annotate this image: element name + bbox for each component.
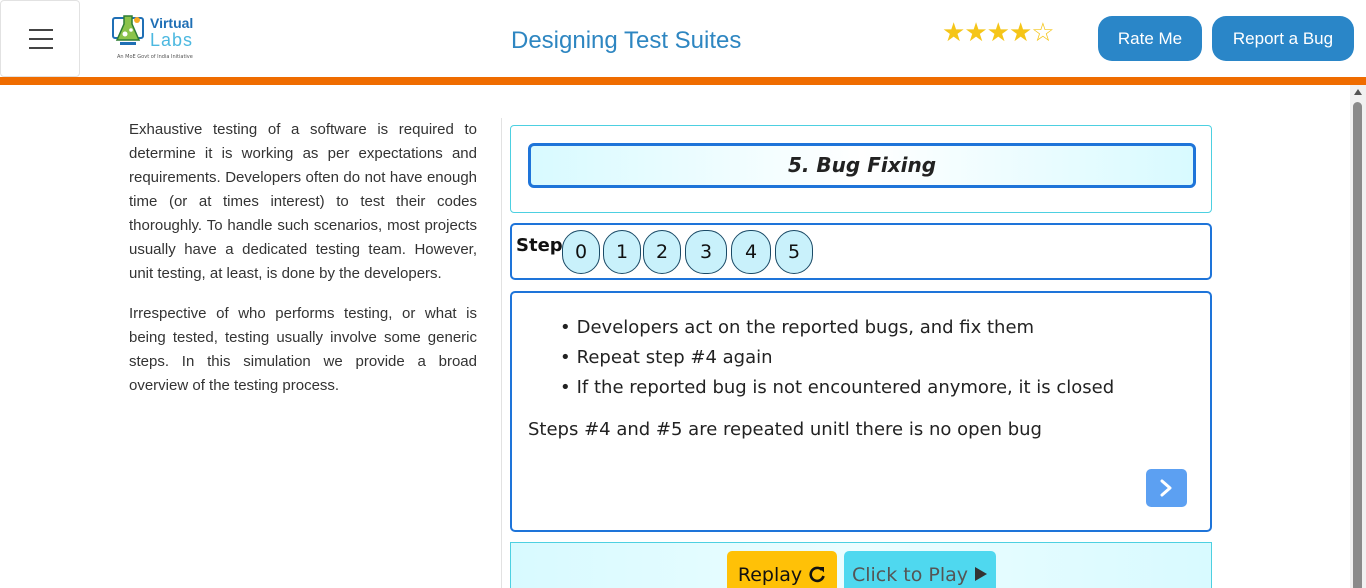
section-title-panel: 5. Bug Fixing bbox=[510, 125, 1212, 213]
step-button-2[interactable]: 2 bbox=[643, 230, 681, 274]
flask-icon bbox=[112, 15, 144, 45]
replay-icon bbox=[809, 566, 825, 583]
hamburger-icon-line bbox=[29, 47, 53, 49]
play-icon bbox=[975, 567, 988, 581]
menu-button[interactable] bbox=[0, 0, 80, 77]
replay-label: Replay bbox=[737, 564, 803, 586]
step-bullet-list: Developers act on the reported bugs, and… bbox=[560, 313, 1115, 403]
intro-paragraph: Irrespective of who performs testing, or… bbox=[129, 305, 477, 394]
play-label: Click to Play bbox=[851, 564, 968, 586]
header-accent-bar bbox=[0, 77, 1366, 85]
click-to-play-button[interactable]: Click to Play bbox=[844, 551, 996, 588]
step-note: Steps #4 and #5 are repeated unitl there… bbox=[528, 419, 1042, 440]
step-navigator: Step 0 1 2 3 4 5 bbox=[510, 223, 1212, 280]
step-button-1[interactable]: 1 bbox=[603, 230, 641, 274]
scrollbar-thumb[interactable] bbox=[1353, 102, 1362, 588]
intro-paragraph: Exhaustive testing of a software is requ… bbox=[129, 121, 477, 282]
virtual-labs-logo[interactable]: Virtual Labs An MoE Govt of India Initia… bbox=[110, 12, 206, 64]
logo-tagline: An MoE Govt of India Initiative bbox=[117, 54, 193, 60]
step-button-5[interactable]: 5 bbox=[775, 230, 813, 274]
section-title: 5. Bug Fixing bbox=[528, 143, 1196, 188]
page-scrollbar[interactable] bbox=[1350, 85, 1366, 588]
step-button-3[interactable]: 3 bbox=[685, 230, 727, 274]
page-title: Designing Test Suites bbox=[511, 27, 742, 54]
intro-text: Exhaustive testing of a software is requ… bbox=[129, 118, 477, 414]
hamburger-icon-line bbox=[29, 38, 53, 40]
step-button-4[interactable]: 4 bbox=[731, 230, 771, 274]
step-button-0[interactable]: 0 bbox=[562, 230, 600, 274]
column-divider bbox=[501, 118, 502, 588]
star-outline-icon[interactable]: ☆ bbox=[1031, 18, 1054, 48]
list-item: Repeat step #4 again bbox=[560, 343, 1114, 373]
logo-text-labs: Labs bbox=[150, 30, 194, 50]
star-icon[interactable]: ★ bbox=[1009, 18, 1032, 48]
star-icon[interactable]: ★ bbox=[987, 18, 1010, 48]
star-icon[interactable]: ★ bbox=[964, 18, 987, 48]
hamburger-icon-line bbox=[29, 29, 53, 31]
replay-button[interactable]: Replay bbox=[727, 551, 837, 588]
scroll-up-arrow-icon[interactable] bbox=[1354, 89, 1362, 95]
report-bug-button[interactable]: Report a Bug bbox=[1212, 16, 1354, 61]
step-content-panel: Developers act on the reported bugs, and… bbox=[510, 291, 1212, 532]
rating-stars[interactable]: ★★★★☆ bbox=[942, 18, 1055, 48]
chevron-right-icon bbox=[1160, 479, 1172, 497]
site-header: Virtual Labs An MoE Govt of India Initia… bbox=[0, 0, 1366, 77]
list-item: If the reported bug is not encountered a… bbox=[560, 373, 1115, 403]
playback-controls: Replay Click to Play bbox=[510, 542, 1212, 588]
star-icon[interactable]: ★ bbox=[942, 18, 965, 48]
logo-text-virtual: Virtual bbox=[150, 15, 194, 31]
next-step-button[interactable] bbox=[1146, 469, 1187, 507]
list-item: Developers act on the reported bugs, and… bbox=[560, 313, 1114, 343]
rate-me-button[interactable]: Rate Me bbox=[1098, 16, 1202, 61]
step-label: Step bbox=[516, 235, 563, 256]
